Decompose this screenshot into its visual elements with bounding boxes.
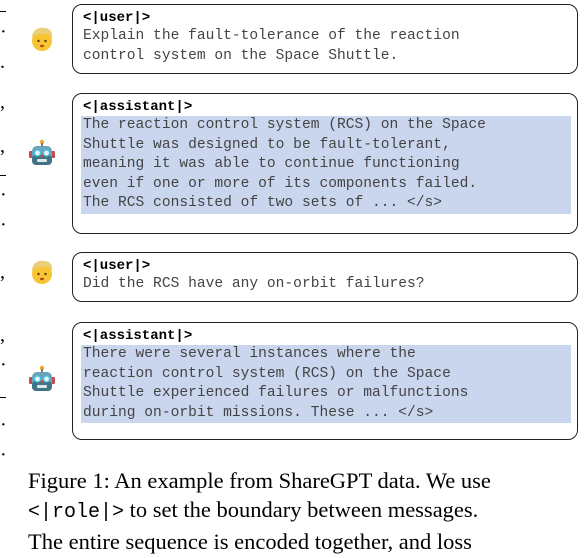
assistant-message-bubble: <|assistant|> The reaction control syste… xyxy=(72,93,578,234)
user-message-bubble: <|user|> Explain the fault-tolerance of … xyxy=(72,4,578,74)
caption-text: to set the boundary between messages. xyxy=(124,497,479,522)
caption-line: <|role|> to set the boundary between mes… xyxy=(28,495,584,527)
robot-avatar-icon xyxy=(29,365,55,391)
message-line: even if one or more of its components fa… xyxy=(81,174,571,195)
assistant-message-bubble: <|assistant|> There were several instanc… xyxy=(72,322,578,440)
role-tag: <|user|> xyxy=(83,258,151,274)
user-avatar-icon xyxy=(32,27,53,51)
message-line: meaning it was able to continue function… xyxy=(81,155,571,175)
message-line: during on-orbit missions. These ... </s> xyxy=(81,403,571,424)
clipped-left-column-text: · . , , · · , , · · · xyxy=(0,0,12,470)
figure-caption: Figure 1: An example from ShareGPT data.… xyxy=(28,466,584,556)
role-tag: <|user|> xyxy=(83,10,151,26)
message-line: reaction control system (RCS) on the Spa… xyxy=(81,364,571,385)
role-tag: <|assistant|> xyxy=(83,328,193,344)
role-tag: <|assistant|> xyxy=(83,99,193,115)
message-line: Shuttle was designed to be fault-toleran… xyxy=(81,135,571,156)
caption-line: Figure 1: An example from ShareGPT data.… xyxy=(28,468,491,493)
message-line: Explain the fault-tolerance of the react… xyxy=(83,28,460,44)
caption-code: <|role|> xyxy=(28,501,125,524)
message-line: The RCS consisted of two sets of ... </s… xyxy=(81,194,571,214)
message-line: Did the RCS have any on-orbit failures? xyxy=(83,276,425,292)
user-avatar-icon xyxy=(32,260,53,284)
message-line: There were several instances where the xyxy=(81,345,571,365)
message-line: Shuttle experienced failures or malfunct… xyxy=(81,384,571,404)
message-line: control system on the Space Shuttle. xyxy=(83,47,399,64)
caption-line: The entire sequence is encoded together,… xyxy=(28,529,472,554)
robot-avatar-icon xyxy=(29,139,55,165)
user-message-bubble: <|user|> Did the RCS have any on-orbit f… xyxy=(72,252,578,302)
message-line: The reaction control system (RCS) on the… xyxy=(81,116,571,136)
